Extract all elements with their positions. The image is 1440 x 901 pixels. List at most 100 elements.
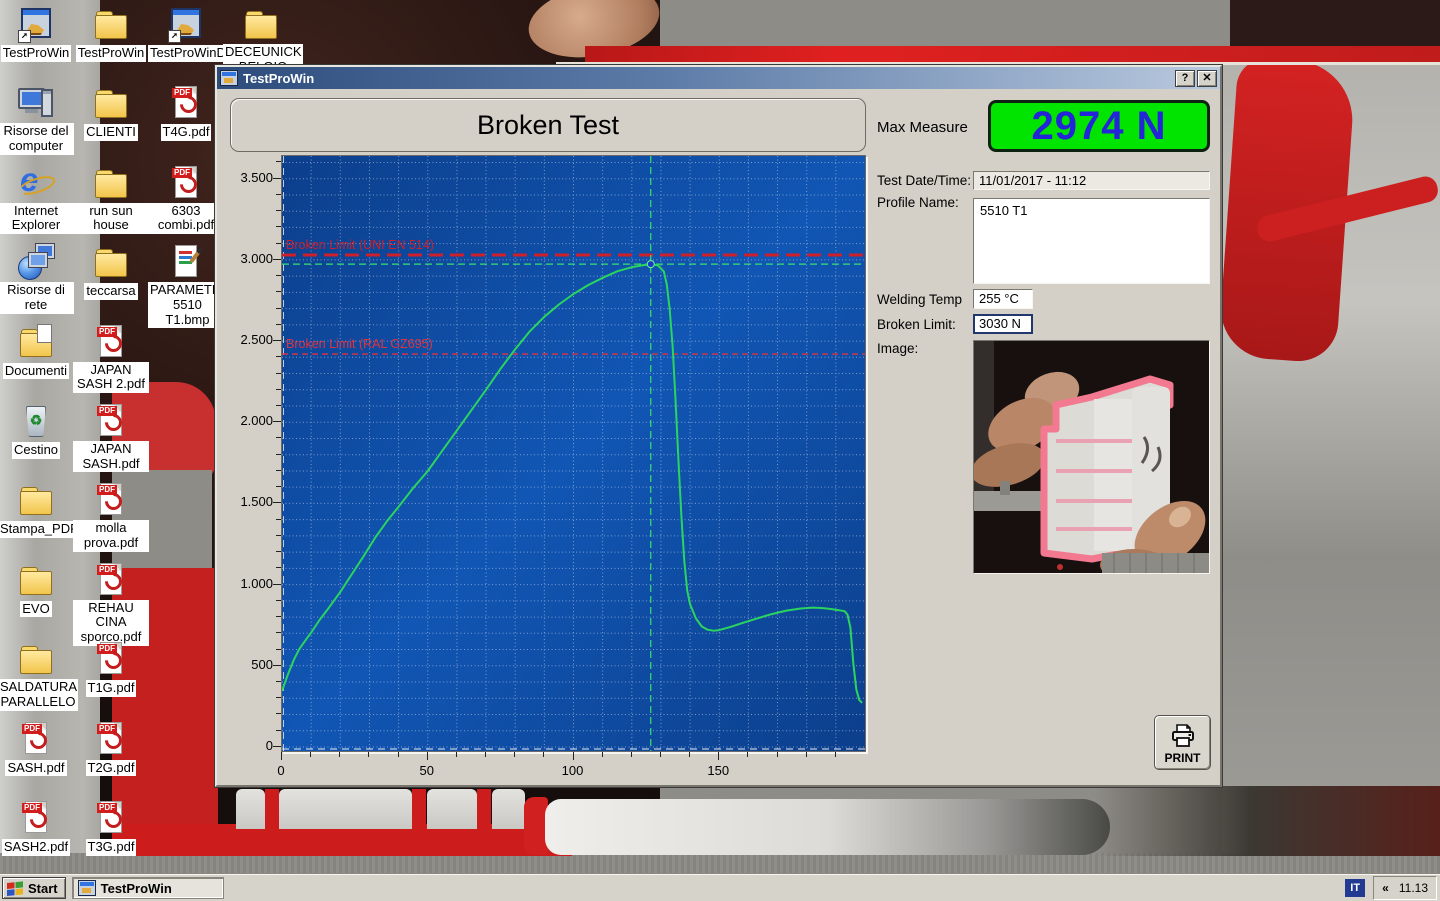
y-axis-tick: [276, 454, 281, 455]
y-axis-label: 1.500: [225, 494, 273, 509]
desktop-icon-label: EVO: [20, 601, 51, 618]
desktop-icon-sash2-pdf[interactable]: PDFSASH2.pdf: [0, 800, 74, 856]
desktop-icon-6303-combi-pdf[interactable]: PDF6303 combi.pdf: [148, 165, 224, 235]
desktop-icon-label: CLIENTI: [84, 124, 138, 141]
printer-icon: [1170, 724, 1196, 748]
desktop-icon-label: T4G.pdf: [161, 124, 212, 141]
desktop-icon-japan-sash-pdf[interactable]: PDFJAPAN SASH.pdf: [73, 403, 149, 473]
folder-icon: [17, 562, 55, 598]
help-button[interactable]: ?: [1175, 70, 1195, 87]
profile-name-field[interactable]: 5510 T1: [973, 198, 1210, 284]
y-axis-tick: [276, 291, 281, 292]
folder-icon: [242, 6, 280, 42]
y-axis-tick: [273, 340, 281, 341]
y-axis-tick: [273, 421, 281, 422]
window-titlebar[interactable]: TestProWin ? ✕: [217, 67, 1220, 89]
taskbar-clock: 11.13: [1399, 881, 1428, 895]
pdf-icon: PDF: [92, 562, 130, 598]
desktop-icon-t2g-pdf[interactable]: PDFT2G.pdf: [73, 721, 149, 777]
desktop-icon-label: JAPAN SASH.pdf: [73, 441, 149, 472]
tray-collapse-chevron[interactable]: «: [1382, 881, 1389, 895]
desktop-icon-clienti[interactable]: CLIENTI: [73, 85, 149, 141]
desktop-icon-testprowin[interactable]: ➚TestProWin: [0, 6, 74, 62]
desktop-icon-japan-sash-2-pdf[interactable]: PDFJAPAN SASH 2.pdf: [73, 324, 149, 394]
profile-photo-svg: [974, 341, 1209, 573]
paint-image-icon: [167, 244, 205, 280]
desktop-icon-molla-prova-pdf[interactable]: PDFmolla prova.pdf: [73, 482, 149, 552]
pdf-icon: PDF: [17, 800, 55, 836]
desktop-icon-risorse-del-computer[interactable]: Risorse del computer: [0, 85, 74, 155]
y-axis-tick: [273, 502, 281, 503]
y-axis-tick: [276, 649, 281, 650]
limit-line-label-0: Broken Limit (UNI EN 514): [286, 238, 434, 252]
y-axis-tick: [276, 389, 281, 390]
desktop-icon-cestino[interactable]: ♻Cestino: [0, 403, 74, 459]
shortcut-arrow-icon: ➚: [168, 30, 181, 43]
y-axis-label: 500: [225, 657, 273, 672]
desktop-icon-label: Documenti: [3, 363, 69, 380]
x-axis-tick: [806, 752, 807, 757]
chart-plot[interactable]: Broken Limit (UNI EN 514)Broken Limit (R…: [281, 155, 866, 752]
start-button[interactable]: Start: [2, 877, 66, 899]
x-axis-tick: [543, 752, 544, 757]
pdf-icon: PDF: [92, 800, 130, 836]
x-axis-label: 0: [261, 763, 301, 778]
taskbar: Start TestProWin IT « 11.13: [0, 874, 1440, 901]
pdf-icon: PDF: [92, 641, 130, 677]
y-axis-tick: [273, 665, 281, 666]
y-axis-tick: [276, 324, 281, 325]
test-datetime-field[interactable]: 11/01/2017 - 11:12: [973, 171, 1210, 190]
desktop-icon-rehau-cina-sporco-pdf[interactable]: PDFREHAU CINA sporco.pdf: [73, 562, 149, 646]
window-title: TestProWin: [243, 71, 314, 86]
my-computer-icon: [17, 85, 55, 121]
y-axis-label: 1.000: [225, 576, 273, 591]
broken-limit-field[interactable]: 3030 N: [973, 314, 1033, 334]
desktop-icon-run-sun-house[interactable]: run sun house: [73, 165, 149, 235]
y-axis-tick: [276, 730, 281, 731]
desktop-icon-stampa-pdf[interactable]: Stampa_PDF: [0, 482, 74, 538]
desktop-icon-internet-explorer[interactable]: eInternet Explorer: [0, 165, 74, 235]
x-axis-label: 150: [698, 763, 738, 778]
desktop-icon-t4g-pdf[interactable]: PDF T4G.pdf: [148, 85, 224, 141]
folder-icon: [92, 6, 130, 42]
max-measure-label: Max Measure: [877, 119, 968, 136]
desktop-icon-teccarsa[interactable]: teccarsa: [73, 244, 149, 300]
y-axis-tick: [276, 243, 281, 244]
y-axis-tick: [276, 210, 281, 211]
language-indicator[interactable]: IT: [1345, 879, 1365, 897]
desktop-icon-sash-pdf[interactable]: PDFSASH.pdf: [0, 721, 74, 777]
desktop-icon-label: teccarsa: [84, 283, 137, 300]
x-axis-label: 50: [407, 763, 447, 778]
desktop-icon-risorse-di-rete[interactable]: Risorse di rete: [0, 244, 74, 314]
app-icon: [78, 880, 96, 896]
desktop-icon-evo[interactable]: EVO: [0, 562, 74, 618]
y-axis-tick: [276, 356, 281, 357]
pdf-icon: PDF: [167, 85, 205, 121]
y-axis-label: 3.000: [225, 251, 273, 266]
y-axis-tick: [276, 632, 281, 633]
system-tray: « 11.13: [1373, 876, 1437, 900]
desktop-icon-t3g-pdf[interactable]: PDFT3G.pdf: [73, 800, 149, 856]
desktop-icon-t1g-pdf[interactable]: PDFT1G.pdf: [73, 641, 149, 697]
cursor-peak-dot: [647, 261, 654, 268]
y-axis-tick: [276, 275, 281, 276]
close-button[interactable]: ✕: [1197, 70, 1217, 87]
desktop-icon-testprowin[interactable]: TestProWin: [73, 6, 149, 62]
x-axis-tick: [573, 752, 574, 760]
desktop-icon-label: JAPAN SASH 2.pdf: [73, 362, 149, 393]
desktop-icon-parametri-5510-t1-bmp[interactable]: PARAMETRI 5510 T1.bmp: [148, 244, 224, 328]
desktop-icon-testprowindb[interactable]: ➚TestProWinDB: [148, 6, 224, 62]
pdf-icon: PDF: [92, 324, 130, 360]
welding-temp-label: Welding Temp: [877, 292, 962, 307]
print-button[interactable]: PRINT: [1154, 715, 1211, 770]
taskbar-task-testprowin[interactable]: TestProWin: [72, 877, 224, 899]
desktop-icon-documenti[interactable]: Documenti: [0, 324, 74, 380]
x-axis-tick: [747, 752, 748, 757]
desktop-icon-saldatura-parallelo[interactable]: SALDATURA PARALLELO: [0, 641, 74, 711]
pdf-icon: PDF: [167, 165, 205, 201]
welding-temp-field[interactable]: 255 °C: [973, 289, 1033, 309]
x-axis-tick: [368, 752, 369, 757]
folder-icon: [92, 165, 130, 201]
pdf-icon: PDF: [92, 403, 130, 439]
app-icon: [220, 70, 238, 86]
